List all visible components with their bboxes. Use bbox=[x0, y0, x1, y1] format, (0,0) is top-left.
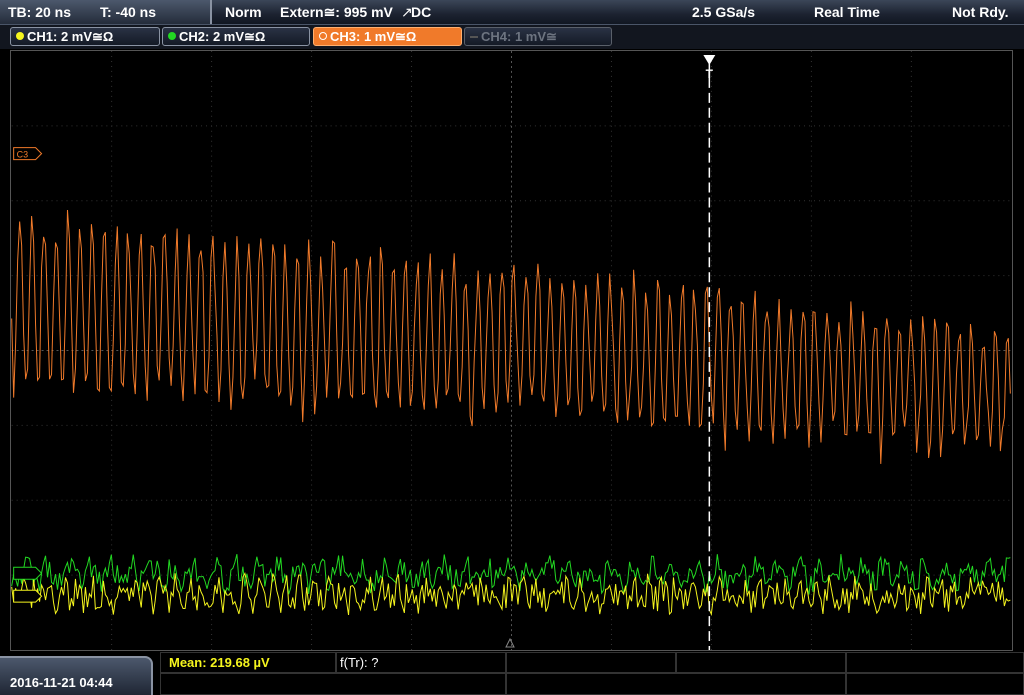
ch4-dot-icon bbox=[470, 36, 478, 38]
tab-ch2[interactable]: CH2: 2 mV≅Ω bbox=[162, 27, 310, 46]
measurement-cell-5[interactable] bbox=[846, 652, 1024, 673]
measurement-cell-3[interactable] bbox=[506, 652, 676, 673]
horizontal-position-marker-icon[interactable] bbox=[505, 637, 515, 648]
timebase-label[interactable]: TB: 20 ns bbox=[8, 4, 71, 20]
datetime-box[interactable]: 2016-11-21 04:44 bbox=[0, 656, 153, 695]
ch3-dot-icon bbox=[319, 32, 327, 40]
trigger-time-label[interactable]: T: -40 ns bbox=[100, 4, 156, 20]
status-label: Not Rdy. bbox=[952, 4, 1009, 20]
datetime-label: 2016-11-21 04:44 bbox=[10, 675, 113, 690]
ch2-dot-icon bbox=[168, 32, 176, 40]
trigger-coupling-label[interactable]: DC bbox=[411, 4, 431, 20]
waveform-display[interactable]: T C3 bbox=[10, 50, 1013, 651]
sample-rate-label[interactable]: 2.5 GSa/s bbox=[692, 4, 755, 20]
ch3-offset-label: C3 bbox=[17, 150, 28, 160]
status-bar: TB: 20 ns T: -40 ns Norm Extern≅: 995 mV… bbox=[0, 0, 1024, 25]
ch2-offset-marker[interactable] bbox=[13, 566, 43, 580]
ch1-dot-icon bbox=[16, 32, 24, 40]
acq-mode-label[interactable]: Real Time bbox=[814, 4, 880, 20]
measurement-cell-6[interactable] bbox=[160, 673, 506, 695]
ch4-label: CH4: 1 mV≅ bbox=[481, 29, 557, 44]
channel-bar: CH1: 2 mV≅Ω CH2: 2 mV≅Ω CH3: 1 mV≅Ω CH4:… bbox=[0, 25, 1024, 49]
measurement-cell-7[interactable] bbox=[506, 673, 846, 695]
tab-ch1[interactable]: CH1: 2 mV≅Ω bbox=[10, 27, 160, 46]
ch3-offset-marker[interactable]: C3 bbox=[13, 147, 43, 161]
ch3-label: CH3: 1 mV≅Ω bbox=[330, 29, 417, 44]
frequency-measurement[interactable]: f(Tr): ? bbox=[340, 655, 379, 670]
trigger-position-label: T bbox=[706, 67, 714, 81]
ch1-label: CH1: 2 mV≅Ω bbox=[27, 29, 114, 44]
tab-ch4[interactable]: CH4: 1 mV≅ bbox=[464, 27, 612, 46]
tab-ch3[interactable]: CH3: 1 mV≅Ω bbox=[313, 27, 462, 46]
mean-measurement[interactable]: Mean: 219.68 µV bbox=[169, 655, 270, 670]
measurement-cell-4[interactable] bbox=[676, 652, 846, 673]
trigger-marker-icon[interactable] bbox=[703, 54, 716, 65]
timebase-box[interactable]: TB: 20 ns T: -40 ns bbox=[0, 0, 212, 24]
trigger-source-label[interactable]: Extern≅: 995 mV bbox=[280, 4, 393, 21]
trigger-mode-label[interactable]: Norm bbox=[225, 4, 262, 20]
measurement-cell-8[interactable] bbox=[846, 673, 1024, 695]
ch2-label: CH2: 2 mV≅Ω bbox=[179, 29, 266, 44]
ch1-offset-marker[interactable] bbox=[13, 589, 43, 603]
